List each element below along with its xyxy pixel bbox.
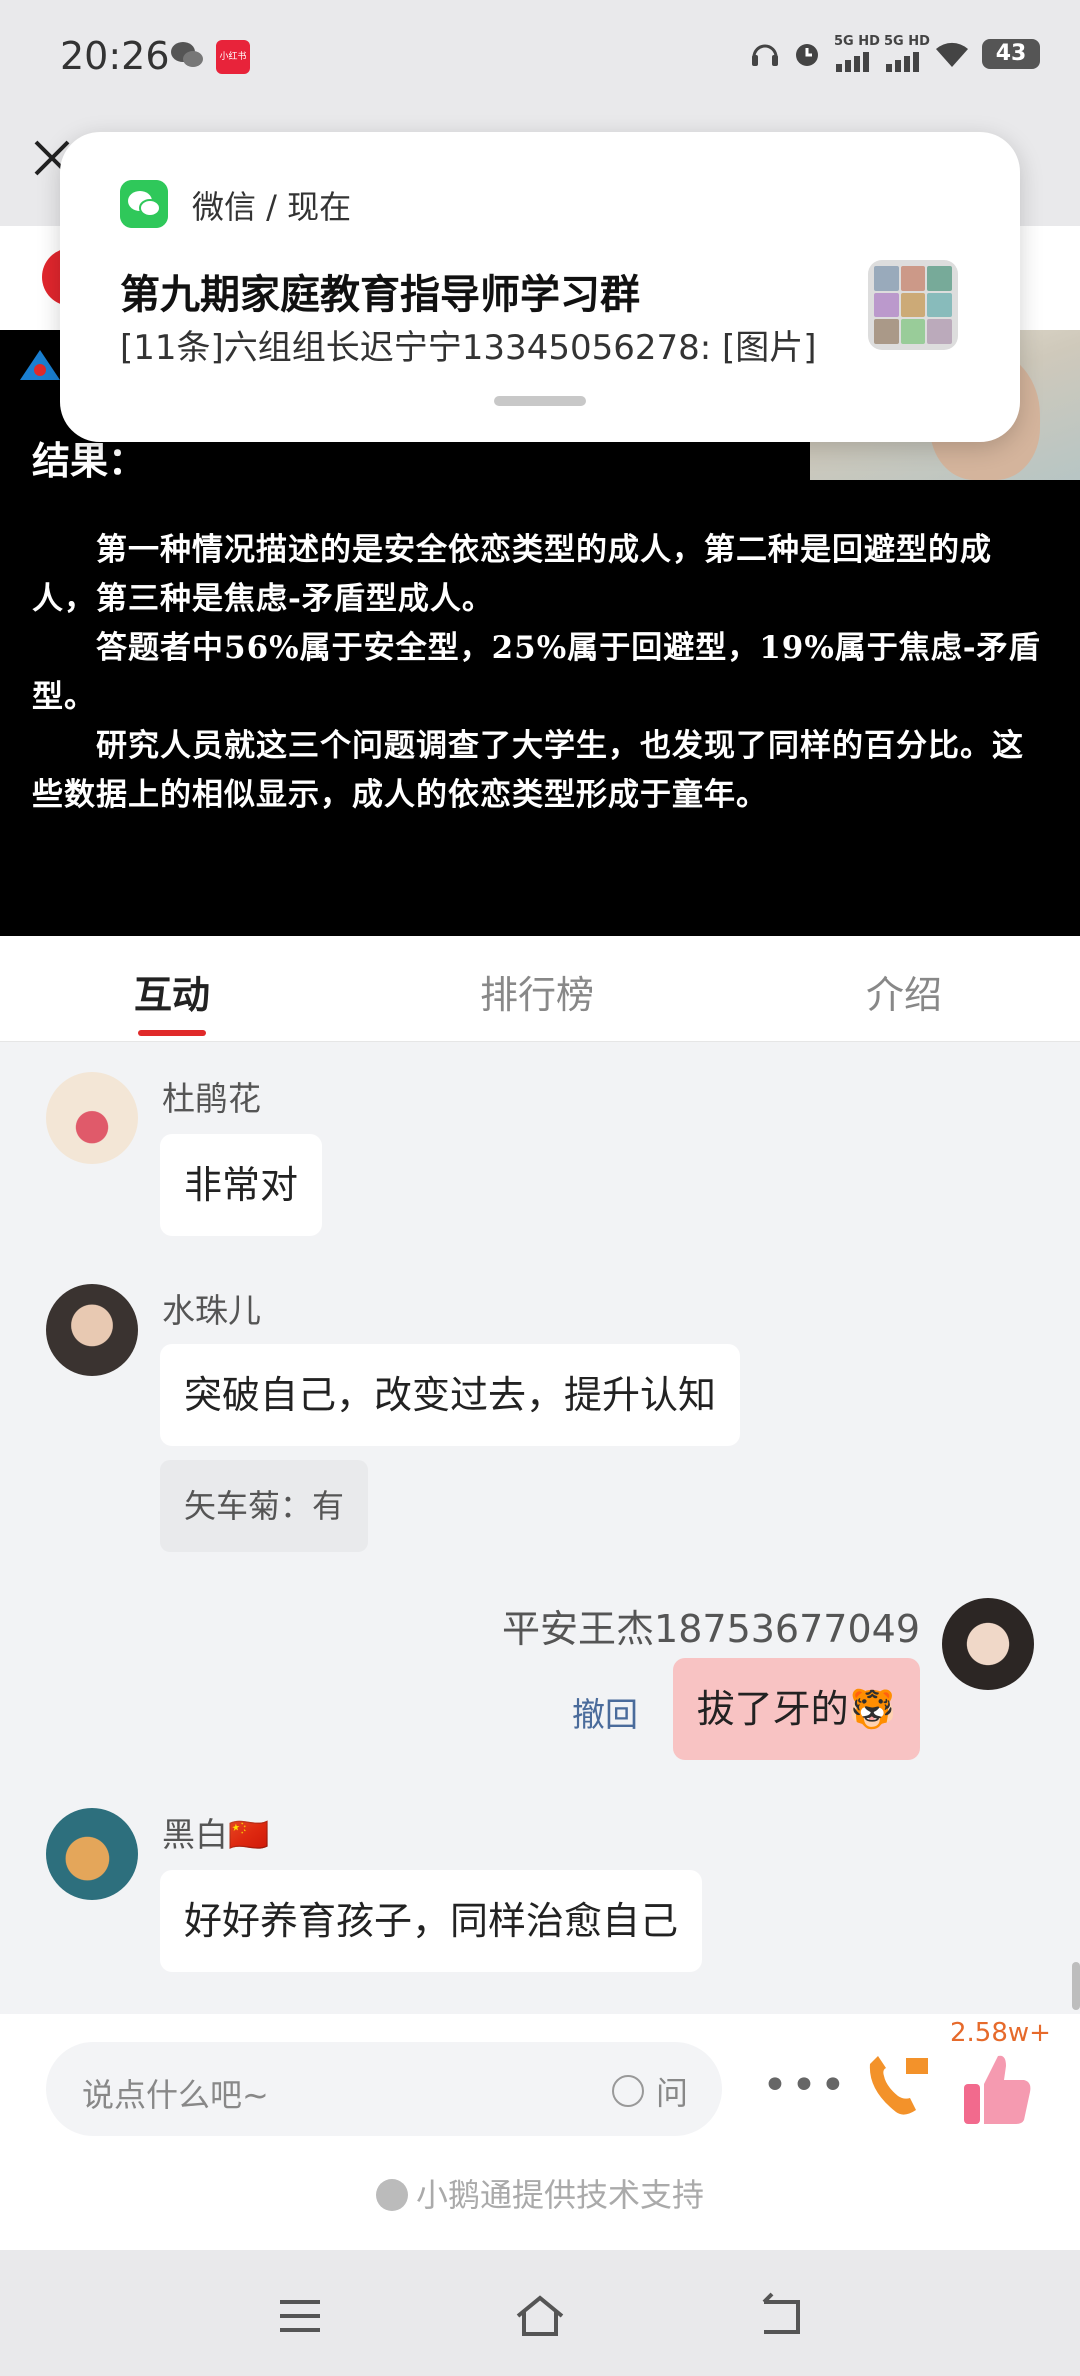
tab-bar: 互动 排行榜 介绍 (0, 936, 1080, 1042)
message-username: 杜鹃花 (162, 1079, 261, 1118)
home-icon[interactable] (510, 2286, 570, 2346)
signal-1-icon: 5G HD (834, 34, 880, 72)
call-icon[interactable] (858, 2050, 934, 2126)
active-tab-indicator (138, 1030, 206, 1036)
signal-2-icon: 5G HD (884, 34, 930, 72)
wifi-icon (936, 42, 968, 67)
ask-radio-icon[interactable] (611, 2075, 644, 2107)
slide-paragraph: 答题者中56%属于安全型，25%属于回避型，19%属于焦虑-矛盾型。 (32, 630, 1041, 715)
message-username: 黑白🇨🇳 (162, 1815, 270, 1854)
redbook-status-icon: 小红书 (216, 40, 250, 74)
wechat-notification[interactable]: 微信 / 现在 第九期家庭教育指导师学习群 [11条]六组组长迟宁宁133450… (60, 132, 1020, 442)
notification-body: [11条]六组组长迟宁宁13345056278: [图片] (120, 328, 817, 368)
more-options-button[interactable]: ••• (762, 2060, 849, 2111)
notification-title: 第九期家庭教育指导师学习群 (120, 272, 640, 318)
like-count: 2.58w+ (950, 2018, 1051, 2048)
menu-icon[interactable] (270, 2286, 330, 2346)
status-bar: 20:26 小红书 5G HD 5G HD 43 (0, 0, 1080, 116)
avatar[interactable] (46, 1808, 138, 1900)
wechat-icon (120, 180, 168, 228)
message-bubble[interactable]: 好好养育孩子，同样治愈自己 (160, 1870, 703, 1972)
message-bubble[interactable]: 拔了牙的🐯 (672, 1658, 920, 1760)
message-bubble[interactable]: 非常对 (160, 1134, 323, 1236)
notification-app-name: 微信 / 现在 (192, 188, 352, 226)
chat-list[interactable]: 杜鹃花 非常对 水珠儿 突破自己，改变过去，提升认知 矢车菊：有 平安王杰187… (0, 1042, 1080, 2014)
wechat-status-icon (171, 42, 203, 67)
notification-drag-handle[interactable] (494, 396, 586, 406)
ask-label: 问 (655, 2074, 688, 2112)
tab-interaction[interactable]: 互动 (134, 964, 210, 1019)
comment-placeholder: 说点什么吧~ (82, 2076, 269, 2114)
recall-button[interactable]: 撤回 (572, 1688, 638, 1736)
headphones-icon (752, 44, 778, 66)
slide-paragraph: 第一种情况描述的是安全依恋类型的成人，第二种是回避型的成人，第三种是焦虑-矛盾型… (32, 532, 992, 617)
alarm-icon (796, 44, 818, 66)
chat-scrollbar[interactable] (1072, 1962, 1080, 2010)
ask-toggle[interactable]: 问 (611, 2068, 688, 2114)
message-username: 平安王杰18753677049 (502, 1607, 920, 1651)
system-nav-bar (0, 2250, 1080, 2376)
battery-indicator: 43 (982, 39, 1040, 69)
message-bubble[interactable]: 突破自己，改变过去，提升认知 (160, 1344, 741, 1446)
slide-paragraph: 研究人员就这三个问题调查了大学生，也发现了同样的百分比。这些数据上的相似显示，成… (32, 728, 1024, 813)
tab-ranking[interactable]: 排行榜 (480, 964, 594, 1019)
message-username: 水珠儿 (162, 1291, 261, 1330)
avatar[interactable] (46, 1072, 138, 1164)
tab-intro[interactable]: 介绍 (866, 964, 942, 1019)
avatar[interactable] (46, 1284, 138, 1376)
comment-input[interactable]: 说点什么吧~ 问 (46, 2042, 722, 2136)
comment-bar: 说点什么吧~ 问 ••• 2.58w+ 小鹅通提供技术支持 (0, 2014, 1080, 2250)
avatar[interactable] (942, 1598, 1034, 1690)
quoted-reply: 矢车菊：有 (160, 1460, 369, 1552)
xiaoetong-logo-icon (375, 2179, 408, 2211)
back-icon[interactable] (750, 2286, 810, 2346)
support-text: 小鹅通提供技术支持 (415, 2176, 704, 2214)
status-right-icons: 5G HD 5G HD 43 (750, 34, 1040, 72)
tech-support-footer: 小鹅通提供技术支持 (0, 2170, 1080, 2216)
status-time: 20:26 (60, 34, 170, 78)
thumbs-up-icon[interactable] (962, 2050, 1032, 2126)
group-avatar (868, 260, 958, 350)
